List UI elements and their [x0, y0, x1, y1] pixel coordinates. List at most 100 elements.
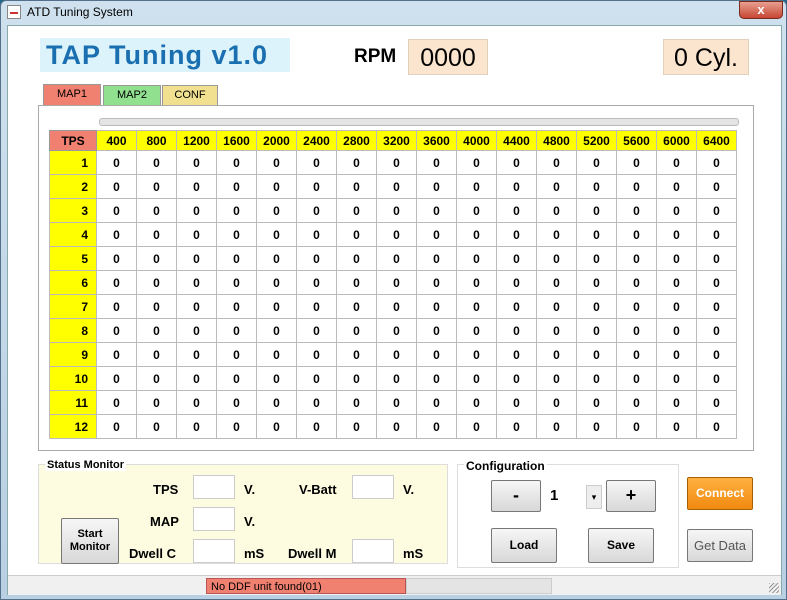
map-cell[interactable]: 0 — [496, 294, 537, 319]
dwellc-field[interactable] — [193, 539, 235, 563]
map-cell[interactable]: 0 — [416, 294, 457, 319]
map-cell[interactable]: 0 — [136, 414, 177, 439]
map-cell[interactable]: 0 — [576, 174, 617, 199]
map-cell[interactable]: 0 — [656, 414, 697, 439]
map-cell[interactable]: 0 — [176, 198, 217, 223]
map-cell[interactable]: 0 — [336, 150, 377, 175]
map-cell[interactable]: 0 — [296, 342, 337, 367]
map-cell[interactable]: 0 — [136, 294, 177, 319]
map-cell[interactable]: 0 — [456, 390, 497, 415]
map-cell[interactable]: 0 — [576, 198, 617, 223]
map-cell[interactable]: 0 — [256, 270, 297, 295]
map-cell[interactable]: 0 — [176, 246, 217, 271]
map-cell[interactable]: 0 — [656, 270, 697, 295]
map-cell[interactable]: 0 — [456, 294, 497, 319]
map-cell[interactable]: 0 — [536, 270, 577, 295]
get-data-button[interactable]: Get Data — [687, 529, 753, 562]
map-cell[interactable]: 0 — [656, 246, 697, 271]
map-cell[interactable]: 0 — [696, 246, 737, 271]
map-cell[interactable]: 0 — [616, 174, 657, 199]
map-cell[interactable]: 0 — [576, 390, 617, 415]
map-cell[interactable]: 0 — [496, 318, 537, 343]
map-cell[interactable]: 0 — [376, 174, 417, 199]
map-cell[interactable]: 0 — [616, 198, 657, 223]
map-cell[interactable]: 0 — [256, 318, 297, 343]
map-cell[interactable]: 0 — [616, 414, 657, 439]
map-cell[interactable]: 0 — [96, 342, 137, 367]
decrement-button[interactable]: - — [491, 480, 541, 512]
map-cell[interactable]: 0 — [376, 342, 417, 367]
map-cell[interactable]: 0 — [616, 342, 657, 367]
map-cell[interactable]: 0 — [576, 270, 617, 295]
map-cell[interactable]: 0 — [256, 414, 297, 439]
map-cell[interactable]: 0 — [296, 174, 337, 199]
map-cell[interactable]: 0 — [296, 390, 337, 415]
map-cell[interactable]: 0 — [496, 270, 537, 295]
map-cell[interactable]: 0 — [456, 318, 497, 343]
map-cell[interactable]: 0 — [96, 366, 137, 391]
map-cell[interactable]: 0 — [216, 198, 257, 223]
map-cell[interactable]: 0 — [416, 222, 457, 247]
map-cell[interactable]: 0 — [456, 174, 497, 199]
map-cell[interactable]: 0 — [616, 318, 657, 343]
map-cell[interactable]: 0 — [456, 414, 497, 439]
map-cell[interactable]: 0 — [336, 390, 377, 415]
dwellm-field[interactable] — [352, 539, 394, 563]
map-cell[interactable]: 0 — [656, 342, 697, 367]
map-cell[interactable]: 0 — [296, 246, 337, 271]
map-cell[interactable]: 0 — [376, 222, 417, 247]
map-cell[interactable]: 0 — [96, 246, 137, 271]
map-cell[interactable]: 0 — [496, 174, 537, 199]
map-cell[interactable]: 0 — [336, 366, 377, 391]
map-cell[interactable]: 0 — [456, 342, 497, 367]
map-cell[interactable]: 0 — [496, 150, 537, 175]
map-cell[interactable]: 0 — [256, 390, 297, 415]
map-cell[interactable]: 0 — [336, 174, 377, 199]
map-cell[interactable]: 0 — [336, 198, 377, 223]
map-cell[interactable]: 0 — [576, 366, 617, 391]
map-cell[interactable]: 0 — [176, 366, 217, 391]
map-cell[interactable]: 0 — [296, 414, 337, 439]
start-monitor-button[interactable]: Start Monitor — [61, 518, 119, 564]
map-cell[interactable]: 0 — [496, 222, 537, 247]
map-cell[interactable]: 0 — [376, 414, 417, 439]
map-cell[interactable]: 0 — [376, 198, 417, 223]
map-cell[interactable]: 0 — [376, 390, 417, 415]
map-cell[interactable]: 0 — [576, 414, 617, 439]
map-cell[interactable]: 0 — [376, 294, 417, 319]
map-cell[interactable]: 0 — [336, 294, 377, 319]
map-cell[interactable]: 0 — [96, 390, 137, 415]
map-cell[interactable]: 0 — [216, 318, 257, 343]
map-cell[interactable]: 0 — [496, 366, 537, 391]
map-cell[interactable]: 0 — [296, 318, 337, 343]
map-cell[interactable]: 0 — [416, 150, 457, 175]
map-cell[interactable]: 0 — [496, 342, 537, 367]
map-cell[interactable]: 0 — [416, 342, 457, 367]
vbatt-field[interactable] — [352, 475, 394, 499]
map-cell[interactable]: 0 — [296, 270, 337, 295]
map-cell[interactable]: 0 — [176, 390, 217, 415]
map-cell[interactable]: 0 — [696, 342, 737, 367]
map-cell[interactable]: 0 — [136, 390, 177, 415]
tab-conf[interactable]: CONF — [162, 85, 218, 105]
map-cell[interactable]: 0 — [616, 270, 657, 295]
map-cell[interactable]: 0 — [296, 222, 337, 247]
load-button[interactable]: Load — [491, 528, 557, 563]
tps-field[interactable] — [193, 475, 235, 499]
horizontal-scrollbar[interactable] — [99, 118, 739, 126]
map-cell[interactable]: 0 — [216, 246, 257, 271]
map-cell[interactable]: 0 — [696, 390, 737, 415]
map-cell[interactable]: 0 — [376, 318, 417, 343]
map-cell[interactable]: 0 — [176, 150, 217, 175]
map-cell[interactable]: 0 — [576, 246, 617, 271]
map-cell[interactable]: 0 — [416, 414, 457, 439]
map-cell[interactable]: 0 — [216, 294, 257, 319]
map-cell[interactable]: 0 — [696, 198, 737, 223]
map-cell[interactable]: 0 — [416, 318, 457, 343]
map-cell[interactable]: 0 — [336, 222, 377, 247]
resize-grip-icon[interactable] — [769, 583, 779, 593]
map-cell[interactable]: 0 — [216, 222, 257, 247]
map-cell[interactable]: 0 — [96, 270, 137, 295]
map-cell[interactable]: 0 — [176, 222, 217, 247]
map-cell[interactable]: 0 — [416, 198, 457, 223]
